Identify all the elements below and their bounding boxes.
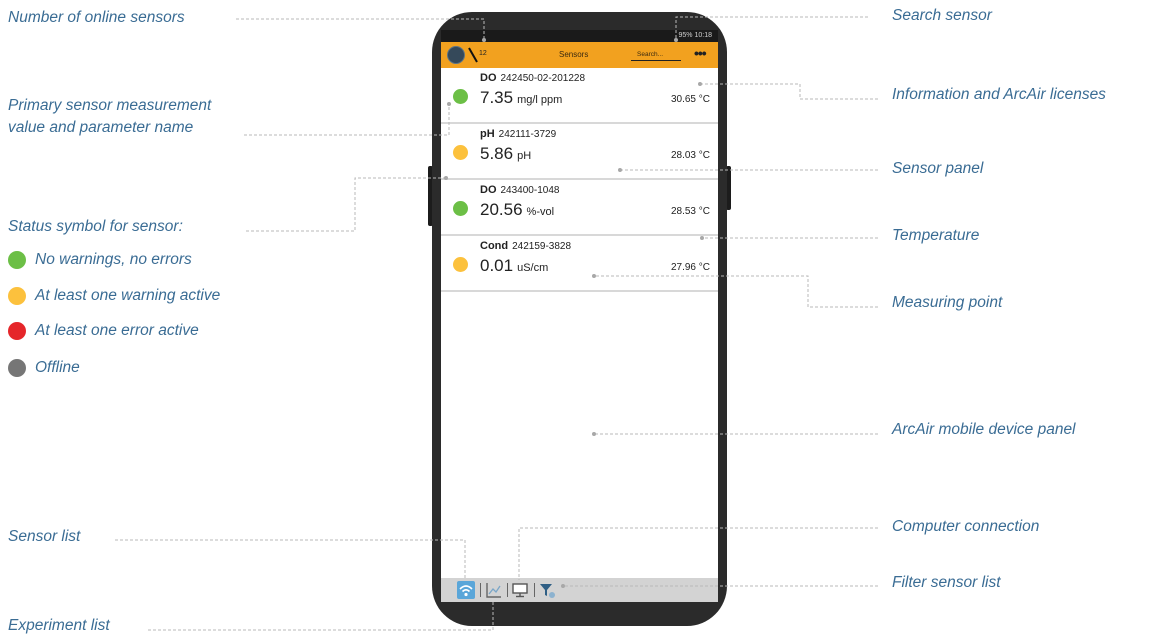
callout-search-sensor: Search sensor — [892, 7, 992, 24]
monitor-icon[interactable] — [511, 581, 529, 599]
callout-mobile-device-panel: ArcAir mobile device panel — [892, 421, 1076, 438]
bottom-toolbar — [441, 578, 718, 602]
status-dot-icon — [453, 257, 468, 272]
measurement-unit: uS/cm — [517, 262, 549, 274]
callout-experiment-list: Experiment list — [8, 617, 110, 634]
legend-label: Offline — [35, 359, 80, 376]
status-dot-icon — [453, 145, 468, 160]
legend-item-ok: No warnings, no errors — [8, 250, 192, 270]
more-menu-icon[interactable]: ••• — [694, 46, 707, 60]
status-dot-icon — [453, 89, 468, 104]
grey-status-dot — [8, 359, 26, 378]
callout-primary-measurement-2: value and parameter name — [8, 119, 194, 136]
sensor-probe-icon — [468, 47, 478, 63]
callout-filter-sensor-list: Filter sensor list — [892, 574, 1001, 591]
temperature-value: 27.96 °C — [670, 262, 710, 273]
parameter-name: DO — [480, 72, 497, 84]
legend-item-error: At least one error active — [8, 321, 199, 341]
wifi-icon[interactable] — [457, 581, 475, 599]
temperature-value: 30.65 °C — [670, 94, 710, 105]
sensor-row[interactable]: DO 242450-02-201228 7.35 mg/l ppm 30.65 °C — [441, 68, 718, 124]
sensor-id: 243400-1048 — [500, 185, 560, 196]
search-placeholder: Search... — [637, 51, 664, 58]
legend-label: At least one error active — [35, 322, 199, 339]
sensor-id: 242450-02-201228 — [500, 73, 586, 84]
measurement-unit: pH — [517, 150, 532, 162]
callout-measuring-point: Measuring point — [892, 294, 1003, 311]
sensor-id: 242111-3729 — [498, 129, 557, 140]
toolbar-divider — [480, 583, 481, 597]
sensor-row[interactable]: Cond 242159-3828 0.01 uS/cm 27.96 °C — [441, 236, 718, 292]
toolbar-divider — [507, 583, 508, 597]
callout-status-symbol: Status symbol for sensor: — [8, 218, 183, 235]
callout-sensor-panel: Sensor panel — [892, 160, 984, 177]
parameter-name: pH — [480, 128, 495, 140]
app-toolbar: 12 Sensors Search... ••• — [441, 42, 718, 68]
callout-info-licenses: Information and ArcAir licenses — [892, 86, 1106, 103]
phone-screen: 95% 10:18 12 Sensors Search... ••• DO 242… — [441, 30, 718, 602]
measurement-value: 5.86 — [480, 144, 514, 163]
sensor-id: 242159-3828 — [512, 241, 572, 252]
callout-temperature: Temperature — [892, 227, 980, 244]
callout-sensor-list: Sensor list — [8, 528, 81, 545]
measurement-value: 20.56 — [480, 200, 523, 219]
callout-computer-connection: Computer connection — [892, 518, 1040, 535]
parameter-name: DO — [480, 184, 497, 196]
search-input[interactable]: Search... — [631, 48, 681, 61]
page-title: Sensors — [559, 50, 589, 59]
temperature-value: 28.03 °C — [670, 150, 710, 161]
chart-icon[interactable] — [485, 581, 503, 599]
status-dot-icon — [453, 201, 468, 216]
legend-item-warning: At least one warning active — [8, 286, 220, 306]
yellow-status-dot — [8, 287, 26, 306]
callout-online-sensors: Number of online sensors — [8, 9, 185, 26]
temperature-value: 28.53 °C — [670, 206, 710, 217]
parameter-name: Cond — [480, 240, 509, 252]
legend-label: No warnings, no errors — [35, 251, 192, 268]
measurement-unit: mg/l ppm — [517, 94, 563, 106]
green-status-dot — [8, 251, 26, 270]
red-status-dot — [8, 322, 26, 341]
status-bar-text: 95% 10:18 — [678, 32, 712, 39]
measurement-value: 7.35 — [480, 88, 514, 107]
app-logo-icon[interactable] — [447, 46, 465, 64]
android-status-bar: 95% 10:18 — [441, 30, 718, 42]
toolbar-divider — [534, 583, 535, 597]
sensor-row[interactable]: pH 242111-3729 5.86 pH 28.03 °C — [441, 124, 718, 180]
measurement-value: 0.01 — [480, 256, 514, 275]
legend-label: At least one warning active — [35, 287, 221, 304]
online-sensor-count: 12 — [479, 50, 487, 57]
filter-icon[interactable] — [538, 581, 556, 599]
callout-primary-measurement-1: Primary sensor measurement — [8, 97, 212, 114]
measurement-unit: %-vol — [526, 206, 555, 218]
sensor-row[interactable]: DO 243400-1048 20.56 %-vol 28.53 °C — [441, 180, 718, 236]
legend-item-offline: Offline — [8, 358, 80, 378]
